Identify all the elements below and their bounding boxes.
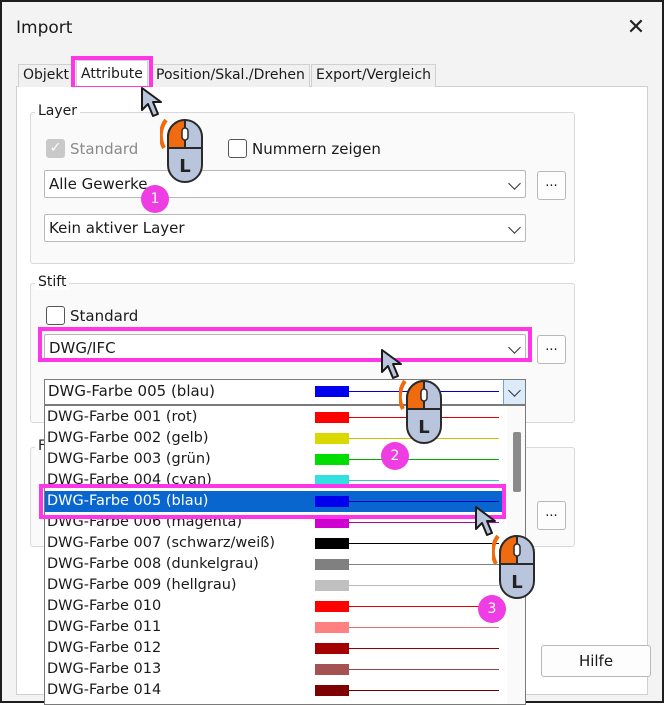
mouse-pointer-icon: [140, 86, 162, 117]
color-list-item-label: DWG-Farbe 010: [47, 598, 162, 614]
color-list-item[interactable]: DWG-Farbe 003 (grün): [45, 449, 505, 470]
color-list-item-label: DWG-Farbe 009 (hellgrau): [47, 577, 237, 593]
color-line: [349, 690, 499, 691]
color-line: [349, 585, 499, 586]
aktiver-layer-value: Kein aktiver Layer: [49, 219, 185, 237]
color-swatch: [315, 559, 349, 570]
color-list-item-label: DWG-Farbe 013: [47, 661, 162, 677]
color-list-item[interactable]: DWG-Farbe 010: [45, 596, 505, 617]
color-list-item[interactable]: DWG-Farbe 007 (schwarz/weiß): [45, 533, 505, 554]
color-swatch: [315, 622, 349, 633]
color-swatch: [315, 580, 349, 591]
gewerke-value: Alle Gewerke: [49, 175, 148, 193]
color-list-item-label: DWG-Farbe 007 (schwarz/weiß): [47, 535, 276, 551]
svg-text:L: L: [179, 156, 190, 177]
layer-group-label: Layer: [35, 103, 81, 119]
mouse-left-click-icon: L: [490, 530, 540, 602]
color-list-item-label: DWG-Farbe 002 (gelb): [47, 430, 209, 446]
color-swatch: [315, 433, 349, 444]
tab-position[interactable]: Position/Skal./Drehen: [151, 64, 310, 87]
color-select[interactable]: DWG-Farbe 005 (blau): [44, 379, 526, 405]
color-line: [349, 564, 499, 565]
color-swatch: [315, 664, 349, 675]
layer-standard-label: Standard: [70, 140, 139, 158]
selected-color-highlight: [39, 484, 506, 519]
stift-browse-button[interactable]: ...: [537, 335, 566, 364]
dropdown-button[interactable]: [503, 380, 525, 404]
svg-text:L: L: [511, 572, 522, 593]
color-line: [349, 648, 499, 649]
aktiver-layer-select[interactable]: Kein aktiver Layer: [44, 214, 526, 242]
nummern-zeigen-label: Nummern zeigen: [252, 140, 381, 158]
color-list-item-label: DWG-Farbe 001 (rot): [47, 409, 198, 425]
color-list-item[interactable]: DWG-Farbe 011: [45, 617, 505, 638]
stift-standard-checkbox[interactable]: [46, 306, 65, 325]
color-list-item[interactable]: DWG-Farbe 014: [45, 680, 505, 701]
stift-group-label: Stift: [35, 274, 70, 290]
color-swatch: [315, 685, 349, 696]
color-list-item-label: DWG-Farbe 012: [47, 640, 162, 656]
help-button[interactable]: Hilfe: [541, 645, 651, 677]
color-swatch: [315, 601, 349, 612]
gewerke-select[interactable]: Alle Gewerke: [44, 170, 526, 198]
color-select-value: DWG-Farbe 005 (blau): [48, 382, 216, 400]
color-list-item-label: DWG-Farbe 011: [47, 619, 162, 635]
color-list-item[interactable]: DWG-Farbe 009 (hellgrau): [45, 575, 505, 596]
color-line: [349, 480, 499, 481]
tab-highlight: [71, 56, 153, 90]
mouse-pointer-icon: [474, 505, 496, 536]
color-line: [349, 627, 499, 628]
layer-standard-checkbox[interactable]: ✓: [46, 139, 65, 158]
color-swatch: [315, 454, 349, 465]
chevron-down-icon: [508, 384, 521, 397]
third-browse-button[interactable]: ...: [537, 501, 566, 530]
import-dialog: Import ✕ Objekt Attribute Position/Skal.…: [0, 0, 664, 705]
color-line: [349, 543, 499, 544]
chevron-down-icon: [508, 177, 521, 190]
stift-source-highlight: [38, 327, 532, 362]
color-swatch: [315, 538, 349, 549]
color-list-item-label: DWG-Farbe 008 (dunkelgrau): [47, 556, 259, 572]
color-list-item[interactable]: DWG-Farbe 013: [45, 659, 505, 680]
color-swatch: [315, 643, 349, 654]
color-list-item[interactable]: DWG-Farbe 008 (dunkelgrau): [45, 554, 505, 575]
close-icon[interactable]: ✕: [622, 14, 650, 42]
mouse-pointer-icon: [380, 348, 402, 379]
color-line: [349, 669, 499, 670]
color-list-item[interactable]: DWG-Farbe 012: [45, 638, 505, 659]
color-swatch: [315, 412, 349, 423]
color-list-item-label: DWG-Farbe 014: [47, 682, 162, 698]
scrollbar-thumb[interactable]: [513, 432, 521, 492]
color-list-item-label: DWG-Farbe 003 (grün): [47, 451, 211, 467]
color-line: [349, 606, 499, 607]
step-badge-1: 1: [141, 185, 169, 213]
chevron-down-icon: [508, 221, 521, 234]
stift-standard-label: Standard: [70, 307, 139, 325]
tab-objekt[interactable]: Objekt: [18, 64, 75, 87]
color-dropdown-list[interactable]: DWG-Farbe 014 DWG-Farbe 013 DWG-Farbe 012 D…: [44, 405, 526, 705]
tab-export[interactable]: Export/Vergleich: [311, 64, 437, 87]
color-select-swatch: [315, 386, 349, 397]
window-title: Import: [16, 18, 73, 38]
mouse-left-click-icon: L: [158, 114, 208, 186]
gewerke-browse-button[interactable]: ...: [537, 171, 566, 200]
mouse-left-click-icon: L: [397, 375, 447, 447]
svg-text:L: L: [418, 417, 429, 438]
color-line: [349, 459, 499, 460]
nummern-zeigen-checkbox[interactable]: [228, 139, 247, 158]
